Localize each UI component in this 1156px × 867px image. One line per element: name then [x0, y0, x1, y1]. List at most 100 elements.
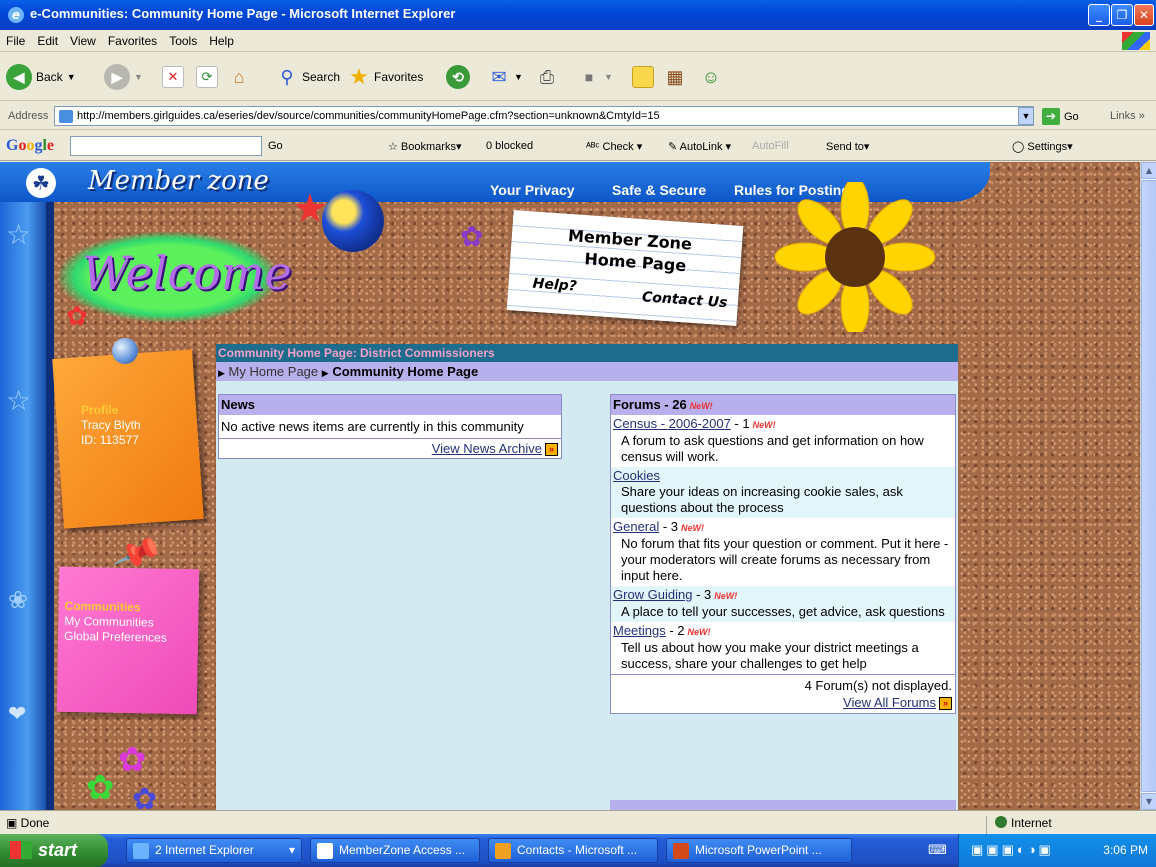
messenger-icon: ☺	[701, 66, 721, 87]
autolink-button[interactable]: ✎ AutoLink ▾	[668, 140, 731, 153]
forum-link[interactable]: Meetings	[613, 623, 666, 638]
status-done: Done	[20, 816, 50, 830]
view-news-archive-link[interactable]: View News Archive	[432, 441, 542, 456]
menu-favorites[interactable]: Favorites	[102, 30, 163, 52]
autofill-button[interactable]: AutoFill	[752, 140, 789, 152]
search-label: Search	[302, 70, 341, 84]
profile-id: ID: 113577	[81, 433, 139, 448]
community-content: Community Home Page: District Commission…	[216, 344, 958, 810]
menu-tools[interactable]: Tools	[163, 30, 203, 52]
internet-globe-icon	[995, 816, 1007, 828]
windows-flag-icon	[10, 841, 32, 859]
favorites-button[interactable]: ★ Favorites	[348, 63, 423, 91]
forum-count: - 1	[730, 416, 750, 431]
home-button[interactable]: ⌂	[228, 63, 250, 91]
forum-link[interactable]: General	[613, 519, 659, 534]
scroll-up-icon[interactable]: ▲	[1141, 162, 1156, 179]
forum-row: Cookies Share your ideas on increasing co…	[611, 467, 955, 518]
menu-view[interactable]: View	[64, 30, 102, 52]
menu-bar: File Edit View Favorites Tools Help	[0, 30, 1156, 52]
star-icon: ☆	[6, 384, 32, 417]
powerpoint-icon	[673, 843, 689, 859]
messenger-button[interactable]: ☺	[700, 63, 722, 91]
refresh-button[interactable]: ⟳	[196, 63, 218, 91]
keyboard-icon[interactable]: ⌨	[928, 842, 947, 858]
search-button[interactable]: ⚲ Search	[276, 63, 340, 91]
windows-logo-icon	[1122, 32, 1150, 50]
go-button[interactable]: ➔ Go	[1042, 108, 1079, 125]
forum-link[interactable]: Grow Guiding	[613, 587, 692, 602]
menu-edit[interactable]: Edit	[31, 30, 64, 52]
task-powerpoint[interactable]: Microsoft PowerPoint ...	[666, 838, 852, 863]
start-button[interactable]: start	[0, 834, 108, 867]
system-tray: ▣▣▣◐◑▣ 3:06 PM	[958, 834, 1156, 867]
scroll-down-icon[interactable]: ▼	[1141, 793, 1156, 810]
settings-label: Settings	[1027, 141, 1068, 153]
flower-icon: ✿	[66, 302, 88, 332]
profile-heading[interactable]: Profile	[81, 403, 141, 418]
community-header: Community Home Page: District Commission…	[216, 344, 958, 362]
help-link[interactable]: Help?	[532, 276, 577, 295]
google-go-button[interactable]: Go	[268, 140, 283, 152]
your-privacy-link[interactable]: Your Privacy	[490, 182, 575, 198]
pushpin-icon	[112, 338, 138, 364]
note-title-line2: Home Page	[583, 249, 687, 276]
task-contacts[interactable]: Contacts - Microsoft ...	[488, 838, 658, 863]
communities-heading[interactable]: Communities	[64, 599, 167, 616]
minimize-button[interactable]: _	[1088, 4, 1110, 26]
maximize-button[interactable]: ❐	[1111, 4, 1133, 26]
popup-blocker-button[interactable]: 0 blocked	[486, 140, 533, 152]
task-memberzone[interactable]: MemberZone Access ...	[310, 838, 480, 863]
sendto-button[interactable]: Send to▾	[826, 140, 869, 153]
breadcrumb-home-link[interactable]: My Home Page	[229, 364, 319, 379]
edit-button[interactable]: ■ ▼	[578, 63, 613, 91]
vertical-scrollbar[interactable]: ▲ ▼	[1140, 162, 1156, 810]
flower-icon: ✿	[118, 740, 147, 780]
new-badge: NeW!	[687, 627, 711, 637]
back-button[interactable]: ◀ Back ▼	[6, 63, 76, 91]
zone-label: Internet	[1011, 816, 1052, 830]
mail-button[interactable]: ✉ ▼	[488, 63, 522, 91]
history-button[interactable]: ⟲	[446, 63, 470, 91]
forum-description: Tell us about how you make your district…	[621, 640, 919, 671]
breadcrumb: ▶ My Home Page ▶ Community Home Page	[216, 362, 958, 381]
forums-footer: 4 Forum(s) not displayed. View All Forum…	[611, 674, 955, 713]
news-panel: News No active news items are currently …	[218, 394, 562, 460]
go-arrow-icon[interactable]: »	[939, 697, 952, 711]
global-preferences-link[interactable]: Global Preferences	[64, 629, 167, 646]
google-logo[interactable]: Google	[6, 137, 54, 155]
forum-description: Share your ideas on increasing cookie sa…	[621, 484, 903, 515]
scroll-thumb[interactable]	[1141, 180, 1156, 792]
address-input[interactable]: http://members.girlguides.ca/eseries/dev…	[54, 106, 1034, 126]
safe-secure-link[interactable]: Safe & Secure	[612, 182, 706, 198]
menu-file[interactable]: File	[0, 30, 31, 52]
bookmarks-button[interactable]: ☆ Bookmarks▾	[388, 140, 461, 153]
settings-button[interactable]: ◯ Settings▾	[1012, 140, 1073, 153]
home-icon: ⌂	[233, 66, 245, 87]
links-button[interactable]: Links »	[1110, 110, 1145, 122]
forums-title: Forums - 26	[613, 397, 687, 412]
forum-link[interactable]: Census - 2006-2007	[613, 416, 731, 431]
forum-link[interactable]: Cookies	[613, 468, 660, 483]
menu-help[interactable]: Help	[203, 30, 240, 52]
close-button[interactable]: ✕	[1134, 4, 1154, 26]
forward-button[interactable]: ▶ ▼	[104, 63, 143, 91]
left-border	[46, 202, 54, 810]
security-zone: Internet	[986, 816, 1052, 834]
welcome-graphic: Welcome	[58, 232, 292, 322]
discuss-button[interactable]	[632, 63, 654, 91]
print-button[interactable]: ⎙	[536, 63, 558, 91]
window-title: e-Communities: Community Home Page - Mic…	[30, 6, 456, 21]
contact-us-link[interactable]: Contact Us	[641, 289, 727, 311]
favorites-label: Favorites	[374, 70, 424, 84]
google-search-input[interactable]	[70, 136, 262, 156]
research-button[interactable]: ▦	[664, 63, 686, 91]
forum-row: Census - 2006-2007 - 1 NeW! A forum to ask…	[611, 415, 955, 467]
go-arrow-icon[interactable]: »	[545, 443, 558, 457]
view-all-forums-link[interactable]: View All Forums	[843, 695, 936, 710]
task-internet-explorer[interactable]: 2 Internet Explorer ▾	[126, 838, 302, 863]
spellcheck-button[interactable]: ᴬᴮᶜ Check ▾	[586, 140, 642, 153]
stop-button[interactable]: ✕	[162, 63, 184, 91]
address-dropdown-icon[interactable]: ▼	[1018, 107, 1034, 125]
tray-icons[interactable]: ▣▣▣◐◑▣	[971, 842, 1054, 858]
